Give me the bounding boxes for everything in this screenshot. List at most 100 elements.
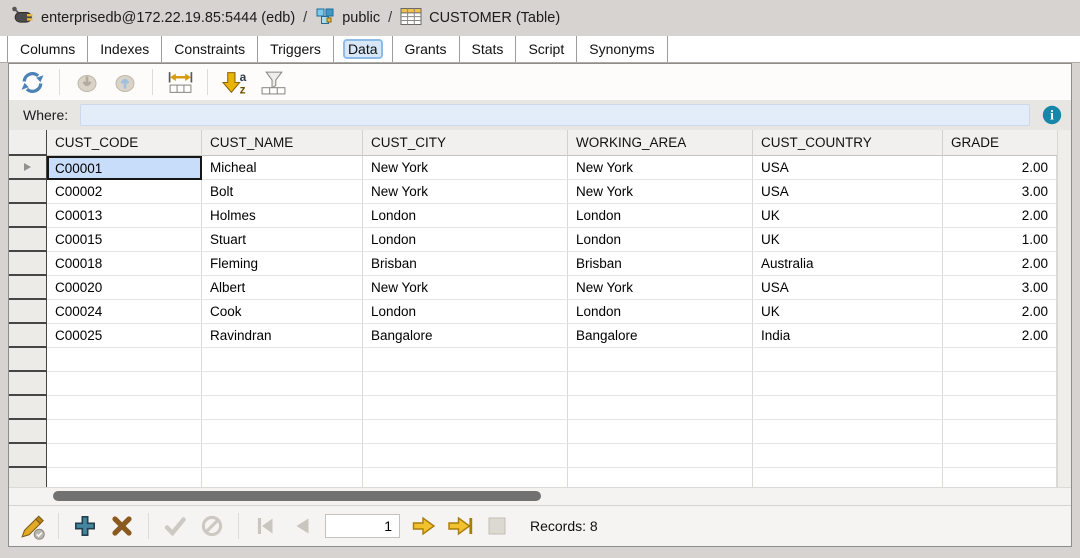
tab-indexes[interactable]: Indexes (88, 36, 162, 62)
row-selector[interactable] (9, 180, 47, 204)
row-selector[interactable] (9, 372, 47, 396)
first-page-icon[interactable] (251, 512, 279, 540)
cell[interactable]: UK (753, 300, 943, 324)
cell[interactable]: New York (363, 276, 568, 300)
cell[interactable]: London (568, 300, 753, 324)
fetch-data-down-icon[interactable] (72, 68, 102, 96)
tab-columns[interactable]: Columns (7, 36, 88, 62)
cell[interactable]: New York (568, 276, 753, 300)
cell[interactable]: New York (568, 156, 753, 180)
cell[interactable]: USA (753, 156, 943, 180)
filter-icon[interactable] (258, 68, 288, 96)
vertical-scrollbar[interactable] (1057, 130, 1071, 487)
cell[interactable]: 3.00 (943, 276, 1057, 300)
last-page-icon[interactable] (446, 512, 474, 540)
column-header-cust-city[interactable]: CUST_CITY (363, 130, 568, 156)
fit-column-width-icon[interactable] (165, 68, 195, 96)
cell[interactable]: New York (363, 180, 568, 204)
cell[interactable]: 2.00 (943, 252, 1057, 276)
column-header-cust-country[interactable]: CUST_COUNTRY (753, 130, 943, 156)
cell[interactable]: Ravindran (202, 324, 363, 348)
cell[interactable]: Fleming (202, 252, 363, 276)
horizontal-scrollbar[interactable] (9, 487, 1071, 505)
edit-mode-icon[interactable] (18, 512, 46, 540)
row-selector[interactable] (9, 204, 47, 228)
row-selector[interactable] (9, 420, 47, 444)
next-page-icon[interactable] (409, 512, 437, 540)
row-selector[interactable] (9, 324, 47, 348)
rollback-icon[interactable] (198, 512, 226, 540)
sort-az-icon[interactable]: a z (220, 68, 250, 96)
cell[interactable]: India (753, 324, 943, 348)
cell[interactable]: UK (753, 204, 943, 228)
cell-selected[interactable]: C00001 (47, 156, 202, 180)
cell[interactable]: London (568, 204, 753, 228)
cell[interactable]: London (363, 300, 568, 324)
row-selector[interactable] (9, 156, 47, 180)
cell[interactable]: USA (753, 180, 943, 204)
horizontal-scrollbar-thumb[interactable] (53, 491, 541, 501)
fetch-data-up-icon[interactable] (110, 68, 140, 96)
tab-triggers[interactable]: Triggers (258, 36, 334, 62)
cell[interactable]: Australia (753, 252, 943, 276)
commit-icon[interactable] (161, 512, 189, 540)
column-header-working-area[interactable]: WORKING_AREA (568, 130, 753, 156)
tab-grants[interactable]: Grants (393, 36, 460, 62)
cell[interactable]: C00018 (47, 252, 202, 276)
cell[interactable]: New York (363, 156, 568, 180)
cell[interactable]: Bolt (202, 180, 363, 204)
cell[interactable]: UK (753, 228, 943, 252)
cell[interactable]: London (568, 228, 753, 252)
cell[interactable]: C00024 (47, 300, 202, 324)
cell[interactable]: 2.00 (943, 300, 1057, 324)
row-selector[interactable] (9, 300, 47, 324)
refresh-icon[interactable] (17, 68, 47, 96)
object-tabs: Columns Indexes Constraints Triggers Dat… (0, 36, 1080, 63)
insert-row-icon[interactable] (71, 512, 99, 540)
cell[interactable]: Cook (202, 300, 363, 324)
prev-page-icon[interactable] (288, 512, 316, 540)
cell[interactable]: 2.00 (943, 204, 1057, 228)
info-icon[interactable]: i (1042, 105, 1062, 125)
row-selector[interactable] (9, 276, 47, 300)
row-selector[interactable] (9, 444, 47, 468)
delete-row-icon[interactable] (108, 512, 136, 540)
cell[interactable]: New York (568, 180, 753, 204)
where-input[interactable] (80, 104, 1030, 126)
cell[interactable]: C00025 (47, 324, 202, 348)
tab-stats[interactable]: Stats (460, 36, 517, 62)
row-selector[interactable] (9, 228, 47, 252)
cell[interactable]: Brisban (363, 252, 568, 276)
column-header-cust-name[interactable]: CUST_NAME (202, 130, 363, 156)
cell[interactable]: C00013 (47, 204, 202, 228)
tab-constraints[interactable]: Constraints (162, 36, 258, 62)
page-number-input[interactable] (325, 514, 400, 538)
cell[interactable]: London (363, 228, 568, 252)
cell[interactable]: USA (753, 276, 943, 300)
tab-script[interactable]: Script (516, 36, 577, 62)
grid-corner-cell[interactable] (9, 130, 47, 156)
cell[interactable]: C00015 (47, 228, 202, 252)
cell[interactable]: Stuart (202, 228, 363, 252)
cell[interactable]: Bangalore (568, 324, 753, 348)
row-selector[interactable] (9, 252, 47, 276)
row-selector[interactable] (9, 468, 47, 487)
row-selector[interactable] (9, 396, 47, 420)
cell[interactable]: C00020 (47, 276, 202, 300)
cell[interactable]: Bangalore (363, 324, 568, 348)
cell[interactable]: Holmes (202, 204, 363, 228)
tab-synonyms[interactable]: Synonyms (577, 36, 667, 62)
cell[interactable]: Micheal (202, 156, 363, 180)
column-header-grade[interactable]: GRADE (943, 130, 1057, 156)
cell[interactable]: 2.00 (943, 324, 1057, 348)
cell[interactable]: 1.00 (943, 228, 1057, 252)
row-selector[interactable] (9, 348, 47, 372)
cell[interactable]: 2.00 (943, 156, 1057, 180)
tab-data[interactable]: Data (334, 36, 393, 62)
cell[interactable]: Brisban (568, 252, 753, 276)
column-header-cust-code[interactable]: CUST_CODE (47, 130, 202, 156)
cell[interactable]: London (363, 204, 568, 228)
cell[interactable]: 3.00 (943, 180, 1057, 204)
cell[interactable]: Albert (202, 276, 363, 300)
cell[interactable]: C00002 (47, 180, 202, 204)
